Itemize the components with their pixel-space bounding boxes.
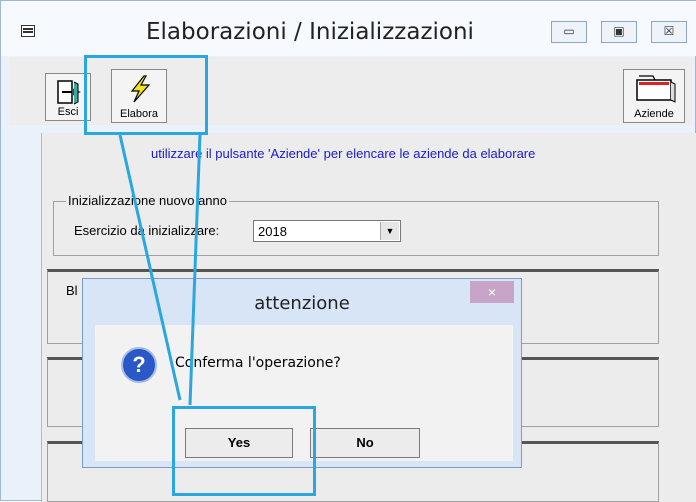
group-title: Inizializzazione nuovo anno xyxy=(66,193,229,208)
group-bl-title: Bl xyxy=(66,283,78,298)
aziende-button[interactable]: Aziende xyxy=(623,69,685,123)
chevron-down-icon[interactable]: ▼ xyxy=(380,222,399,240)
highlight-yes xyxy=(172,406,316,496)
minimize-button[interactable]: ▭ xyxy=(551,21,587,43)
maximize-button[interactable]: ▣ xyxy=(601,21,637,43)
dialog-message: Conferma l'operazione? xyxy=(175,355,341,371)
question-icon: ? xyxy=(121,347,157,383)
esercizio-value: 2018 xyxy=(258,224,287,239)
close-window-button[interactable]: ☒ xyxy=(651,21,687,43)
esercizio-label: Esercizio da inizializzare: xyxy=(74,223,220,238)
instruction-text: utilizzare il pulsante 'Aziende' per ele… xyxy=(151,146,536,161)
app-menu-icon[interactable] xyxy=(21,25,35,37)
dialog-title: attenzione xyxy=(254,293,350,314)
window-title: Elaborazioni / Inizializzazioni xyxy=(146,19,474,45)
folder-open-icon xyxy=(636,75,676,103)
title-bar: Elaborazioni / Inizializzazioni ▭ ▣ ☒ xyxy=(1,1,696,56)
esercizio-select[interactable]: 2018 ▼ xyxy=(253,220,401,242)
exit-door-icon xyxy=(57,80,81,105)
no-button[interactable]: No xyxy=(310,428,420,458)
dialog-close-button[interactable]: × xyxy=(470,281,514,303)
highlight-elabora xyxy=(84,55,208,135)
aziende-label: Aziende xyxy=(634,108,674,120)
